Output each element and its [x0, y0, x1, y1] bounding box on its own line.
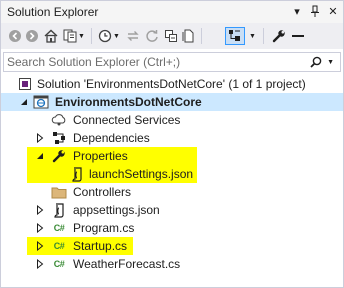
collapsed-arrow-icon[interactable]	[35, 133, 45, 143]
collapse-all-icon	[165, 30, 177, 42]
chevron-down-icon: ▼	[113, 32, 120, 40]
tree-item-label: Connected Services	[73, 113, 181, 127]
csharp-file-icon: C#	[53, 223, 65, 233]
preview-icon	[229, 30, 240, 41]
refresh-icon	[146, 30, 158, 42]
tree-item-controllers[interactable]: Controllers	[1, 183, 343, 201]
search-box: ▼	[3, 52, 341, 72]
web-project-icon	[33, 94, 49, 110]
switch-views-icon	[63, 29, 77, 43]
refresh-button[interactable]	[144, 27, 160, 45]
forward-button[interactable]	[24, 27, 40, 45]
json-file-icon	[51, 202, 67, 218]
pin-toolbar-button[interactable]	[291, 27, 305, 45]
back-arrow-icon	[9, 30, 21, 42]
search-options-chevron-icon[interactable]: ▼	[327, 59, 334, 66]
tree-item-properties[interactable]: Properties	[27, 147, 197, 165]
solution-explorer-panel: Solution Explorer ▾ ✕ ▼ ▼ ▼ Search Solut…	[0, 0, 344, 288]
tree-item-project[interactable]: EnvironmentsDotNetCore	[1, 93, 343, 111]
home-button[interactable]	[43, 27, 59, 45]
tree-item-label: WeatherForecast.cs	[73, 257, 181, 271]
tree-item-label: EnvironmentsDotNetCore	[55, 95, 202, 109]
panel-title: Solution Explorer	[7, 5, 99, 19]
switch-views-button[interactable]: ▼	[61, 27, 87, 45]
wrench-icon	[272, 30, 285, 43]
dash-icon	[292, 35, 304, 37]
preview-selected-items-button[interactable]	[225, 27, 245, 45]
pending-changes-filter-button[interactable]: ▼	[96, 27, 122, 45]
search-icon[interactable]	[310, 56, 322, 71]
tree-item-label: Dependencies	[73, 131, 150, 145]
tree-item-connected-services[interactable]: Connected Services	[1, 111, 343, 129]
show-all-files-button[interactable]	[181, 27, 197, 45]
tree-item-dependencies[interactable]: Dependencies	[1, 129, 343, 147]
sync-icon	[127, 31, 139, 41]
magnifier-icon	[310, 56, 322, 68]
search-input[interactable]	[7, 54, 317, 70]
expanded-arrow-icon[interactable]	[35, 151, 45, 161]
forward-arrow-icon	[26, 30, 38, 42]
tree-item-launchsettings-json[interactable]: launchSettings.json	[27, 165, 197, 183]
tree-item-label: launchSettings.json	[89, 167, 194, 181]
collapse-all-button[interactable]	[163, 27, 179, 45]
tree-item-program-cs[interactable]: C# Program.cs	[1, 219, 343, 237]
toolbar: ▼ ▼ ▼	[1, 23, 343, 49]
chevron-down-icon: ▼	[78, 32, 85, 40]
tree-item-weatherforecast-cs[interactable]: C# WeatherForecast.cs	[1, 255, 343, 273]
tree-item-startup-cs[interactable]: C# Startup.cs	[27, 237, 133, 255]
tree-item-label: Startup.cs	[73, 239, 128, 253]
tree-item-label: appsettings.json	[73, 203, 160, 217]
tree-item-label: Properties	[73, 149, 128, 163]
json-file-icon	[69, 166, 85, 182]
wrench-icon	[51, 148, 67, 164]
tree-item-label: Program.cs	[73, 221, 135, 235]
toolbar-divider	[91, 28, 92, 44]
home-icon	[44, 29, 58, 43]
tree-item-solution[interactable]: Solution 'EnvironmentsDotNetCore' (1 of …	[1, 75, 343, 93]
back-button[interactable]	[7, 27, 23, 45]
dependencies-icon	[51, 130, 67, 146]
expanded-arrow-icon[interactable]	[19, 97, 29, 107]
tree-item-label: Controllers	[73, 185, 132, 199]
collapsed-arrow-icon[interactable]	[35, 205, 45, 215]
show-all-files-icon	[182, 29, 194, 43]
folder-icon	[51, 184, 67, 200]
collapsed-arrow-icon[interactable]	[35, 259, 45, 269]
tree-item-appsettings-json[interactable]: appsettings.json	[1, 201, 343, 219]
pin-icon	[311, 5, 319, 17]
auto-hide-pin-button[interactable]	[309, 4, 321, 18]
connected-services-icon	[51, 112, 67, 128]
close-button[interactable]: ✕	[327, 4, 339, 18]
clock-icon	[98, 29, 112, 43]
csharp-file-icon: C#	[53, 259, 65, 269]
sync-with-active-document-button[interactable]	[125, 27, 141, 45]
collapsed-arrow-icon[interactable]	[35, 223, 45, 233]
solution-icon	[17, 76, 33, 92]
collapsed-arrow-icon[interactable]	[35, 241, 45, 251]
title-bar: Solution Explorer ▾ ✕	[1, 1, 343, 23]
tree-item-label: Solution 'EnvironmentsDotNetCore' (1 of …	[37, 77, 306, 91]
toolbar-divider	[201, 28, 202, 44]
window-position-menu-button[interactable]: ▾	[291, 4, 303, 18]
toolbar-divider	[263, 28, 264, 44]
properties-button[interactable]	[271, 27, 287, 45]
title-buttons: ▾ ✕	[291, 4, 339, 18]
preview-dropdown-button[interactable]: ▼	[247, 27, 257, 45]
chevron-down-icon: ▼	[249, 32, 256, 40]
csharp-file-icon: C#	[53, 241, 65, 251]
